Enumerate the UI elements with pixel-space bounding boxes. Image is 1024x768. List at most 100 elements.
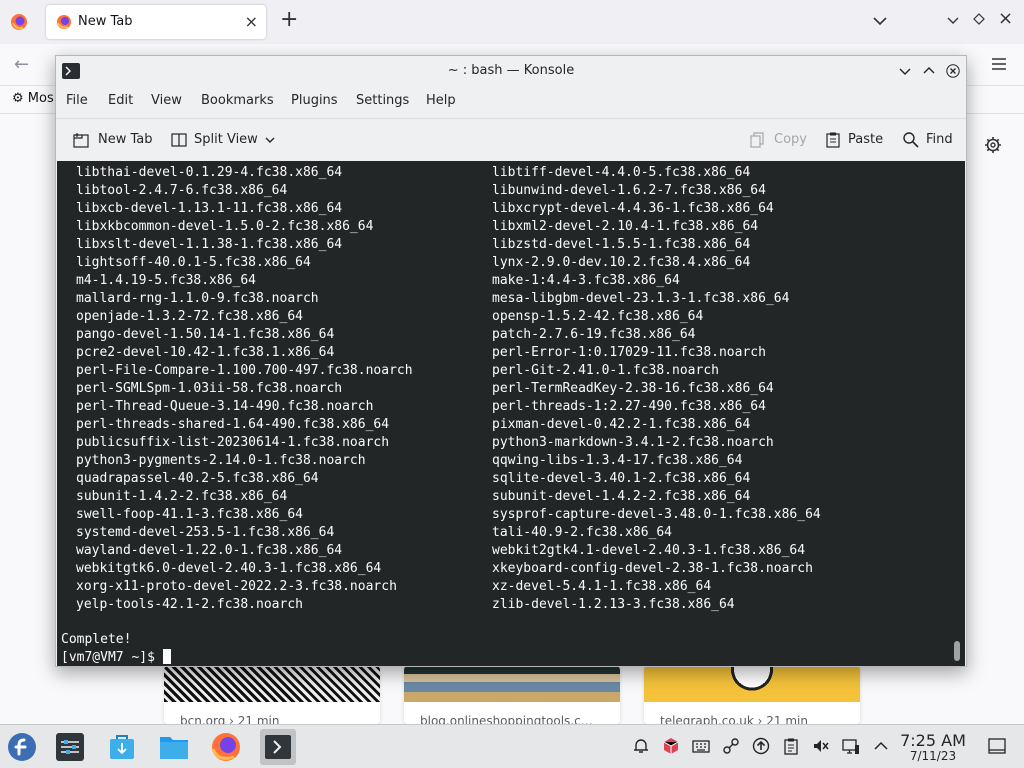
menu-file[interactable]: File xyxy=(66,93,88,108)
new-tab-button[interactable]: New Tab xyxy=(72,131,153,149)
konsole-icon[interactable] xyxy=(260,729,296,765)
terminal-prompt: [vm7@VM7 ~]$ xyxy=(61,650,163,665)
package-entry: perl-TermReadKey-2.38-16.fc38.x86_64 xyxy=(492,381,774,396)
browser-tab-new-tab[interactable]: New Tab × xyxy=(46,5,266,39)
search-icon xyxy=(903,132,919,148)
copy-label: Copy xyxy=(774,132,807,147)
window-minimize-icon[interactable] xyxy=(946,13,960,27)
bookmark-label: Mos xyxy=(27,91,54,106)
top-site-card[interactable]: blog.onlineshoppingtools.c… xyxy=(404,666,620,724)
package-entry: opensp-1.5.2-42.fc38.x86_64 xyxy=(492,309,704,324)
window-titlebar[interactable]: ~ : bash — Konsole xyxy=(56,56,966,86)
package-entry: subunit-devel-1.4.2-2.fc38.x86_64 xyxy=(492,489,751,504)
new-tab-icon xyxy=(73,133,89,148)
hamburger-menu-icon[interactable] xyxy=(990,56,1008,72)
taskbar-panel: 7:25 AM 7/11/23 xyxy=(0,724,1024,768)
firefox-tab-bar: New Tab × + × xyxy=(0,0,1024,44)
package-entry: libxkbcommon-devel-1.5.0-2.fc38.x86_64 xyxy=(76,219,374,234)
firefox-view-icon[interactable] xyxy=(10,13,28,31)
close-icon[interactable] xyxy=(946,64,960,78)
package-entry: lynx-2.9.0-dev.10.2.fc38.4.x86_64 xyxy=(492,255,751,270)
menu-settings[interactable]: Settings xyxy=(356,93,409,108)
discover-store-icon[interactable] xyxy=(104,729,140,765)
package-entry: qqwing-libs-1.3.4-17.fc38.x86_64 xyxy=(492,453,743,468)
top-site-card[interactable]: telegraph.co.uk › 21 min xyxy=(644,666,860,724)
paste-button[interactable]: Paste xyxy=(824,131,886,149)
list-all-tabs-icon[interactable] xyxy=(872,13,888,29)
package-entry: perl-threads-shared-1.64-490.fc38.x86_64 xyxy=(76,417,390,432)
package-entry: libxcb-devel-1.13.1-11.fc38.x86_64 xyxy=(76,201,343,216)
update-available-icon[interactable] xyxy=(752,737,770,755)
menu-plugins[interactable]: Plugins xyxy=(291,93,338,108)
tab-close-button[interactable]: × xyxy=(245,12,258,31)
package-entry: swell-foop-41.1-3.fc38.x86_64 xyxy=(76,507,303,522)
package-entry: publicsuffix-list-20230614-1.fc38.noarch xyxy=(76,435,390,450)
package-entry: xorg-x11-proto-devel-2022.2-3.fc38.noarc… xyxy=(76,579,397,594)
maximize-icon[interactable] xyxy=(922,64,936,78)
window-title: ~ : bash — Konsole xyxy=(447,63,575,78)
package-entry: xkeyboard-config-devel-2.38-1.fc38.noarc… xyxy=(492,561,813,576)
package-entry: perl-Git-2.41.0-1.fc38.noarch xyxy=(492,363,719,378)
clock-time[interactable]: 7:25 AM xyxy=(898,731,968,750)
konsole-toolbar: New Tab Split View Copy Paste Find xyxy=(56,118,966,160)
menu-bookmarks[interactable]: Bookmarks xyxy=(201,93,274,108)
copy-icon xyxy=(750,132,764,148)
chevron-up-icon[interactable] xyxy=(872,737,890,755)
terminal-prompt-line: [vm7@VM7 ~]$ xyxy=(61,649,171,666)
package-entry: sqlite-devel-3.40.1-2.fc38.x86_64 xyxy=(492,471,751,486)
package-entry: libzstd-devel-1.5.5-1.fc38.x86_64 xyxy=(492,237,751,252)
package-entry: libxslt-devel-1.1.38-1.fc38.x86_64 xyxy=(76,237,343,252)
keyboard-layout-icon[interactable] xyxy=(692,737,710,755)
minimize-icon[interactable] xyxy=(898,64,912,78)
package-entry: perl-File-Compare-1.100.700-497.fc38.noa… xyxy=(76,363,413,378)
package-entry: subunit-1.4.2-2.fc38.x86_64 xyxy=(76,489,288,504)
clipboard-icon[interactable] xyxy=(782,737,800,755)
package-entry: perl-Thread-Queue-3.14-490.fc38.noarch xyxy=(76,399,374,414)
terminal-scrollbar[interactable] xyxy=(954,641,960,661)
package-entry: xz-devel-5.4.1-1.fc38.x86_64 xyxy=(492,579,712,594)
split-view-icon xyxy=(171,133,187,147)
menu-help[interactable]: Help xyxy=(426,93,456,108)
package-entry: systemd-devel-253.5-1.fc38.x86_64 xyxy=(76,525,335,540)
find-button[interactable]: Find xyxy=(902,131,958,149)
top-site-card[interactable]: bcn.org › 21 min xyxy=(164,666,380,724)
fedora-launcher-icon[interactable] xyxy=(4,729,40,765)
package-entry: python3-markdown-3.4.1-2.fc38.noarch xyxy=(492,435,774,450)
kde-connect-icon[interactable] xyxy=(722,737,740,755)
system-settings-icon[interactable] xyxy=(52,729,88,765)
gear-icon[interactable] xyxy=(984,136,1002,154)
package-entry: python3-pygments-2.14.0-1.fc38.noarch xyxy=(76,453,366,468)
split-view-button[interactable]: Split View xyxy=(170,131,280,149)
package-entry: libtool-2.4.7-6.fc38.x86_64 xyxy=(76,183,288,198)
package-entry: mesa-libgbm-devel-23.1.3-1.fc38.x86_64 xyxy=(492,291,790,306)
copy-button[interactable]: Copy xyxy=(748,131,808,149)
firefox-icon[interactable] xyxy=(208,729,244,765)
package-entry: pcre2-devel-10.42-1.fc38.1.x86_64 xyxy=(76,345,335,360)
bookmark-item[interactable]: ⚙ Mos xyxy=(12,91,54,106)
network-wired-icon[interactable] xyxy=(842,737,860,755)
split-view-label: Split View xyxy=(194,132,258,147)
package-entry: tali-40.9-2.fc38.x86_64 xyxy=(492,525,673,540)
menu-bar: File Edit View Bookmarks Plugins Setting… xyxy=(56,86,966,116)
show-desktop-icon[interactable] xyxy=(988,737,1006,755)
menu-edit[interactable]: Edit xyxy=(108,93,133,108)
package-entry: libthai-devel-0.1.29-4.fc38.x86_64 xyxy=(76,165,343,180)
notifications-bell-icon[interactable] xyxy=(632,737,650,755)
package-updates-icon[interactable] xyxy=(662,737,680,755)
package-entry: m4-1.4.19-5.fc38.x86_64 xyxy=(76,273,257,288)
dolphin-files-icon[interactable] xyxy=(156,729,192,765)
package-entry: pixman-devel-0.42.2-1.fc38.x86_64 xyxy=(492,417,751,432)
card-label: telegraph.co.uk › 21 min xyxy=(660,714,808,724)
back-button[interactable]: ← xyxy=(14,54,29,75)
new-tab-button[interactable]: + xyxy=(280,9,298,31)
clock-date[interactable]: 7/11/23 xyxy=(898,749,968,763)
terminal-cursor xyxy=(162,649,171,664)
volume-muted-icon[interactable] xyxy=(812,737,830,755)
tab-title: New Tab xyxy=(78,14,133,29)
package-entry: make-1:4.4-3.fc38.x86_64 xyxy=(492,273,680,288)
package-entry: quadrapassel-40.2-5.fc38.x86_64 xyxy=(76,471,319,486)
terminal-view[interactable]: libthai-devel-0.1.29-4.fc38.x86_64libtoo… xyxy=(57,161,965,666)
window-maximize-icon[interactable] xyxy=(972,12,986,26)
menu-view[interactable]: View xyxy=(151,93,182,108)
window-close-button[interactable]: × xyxy=(998,8,1013,29)
